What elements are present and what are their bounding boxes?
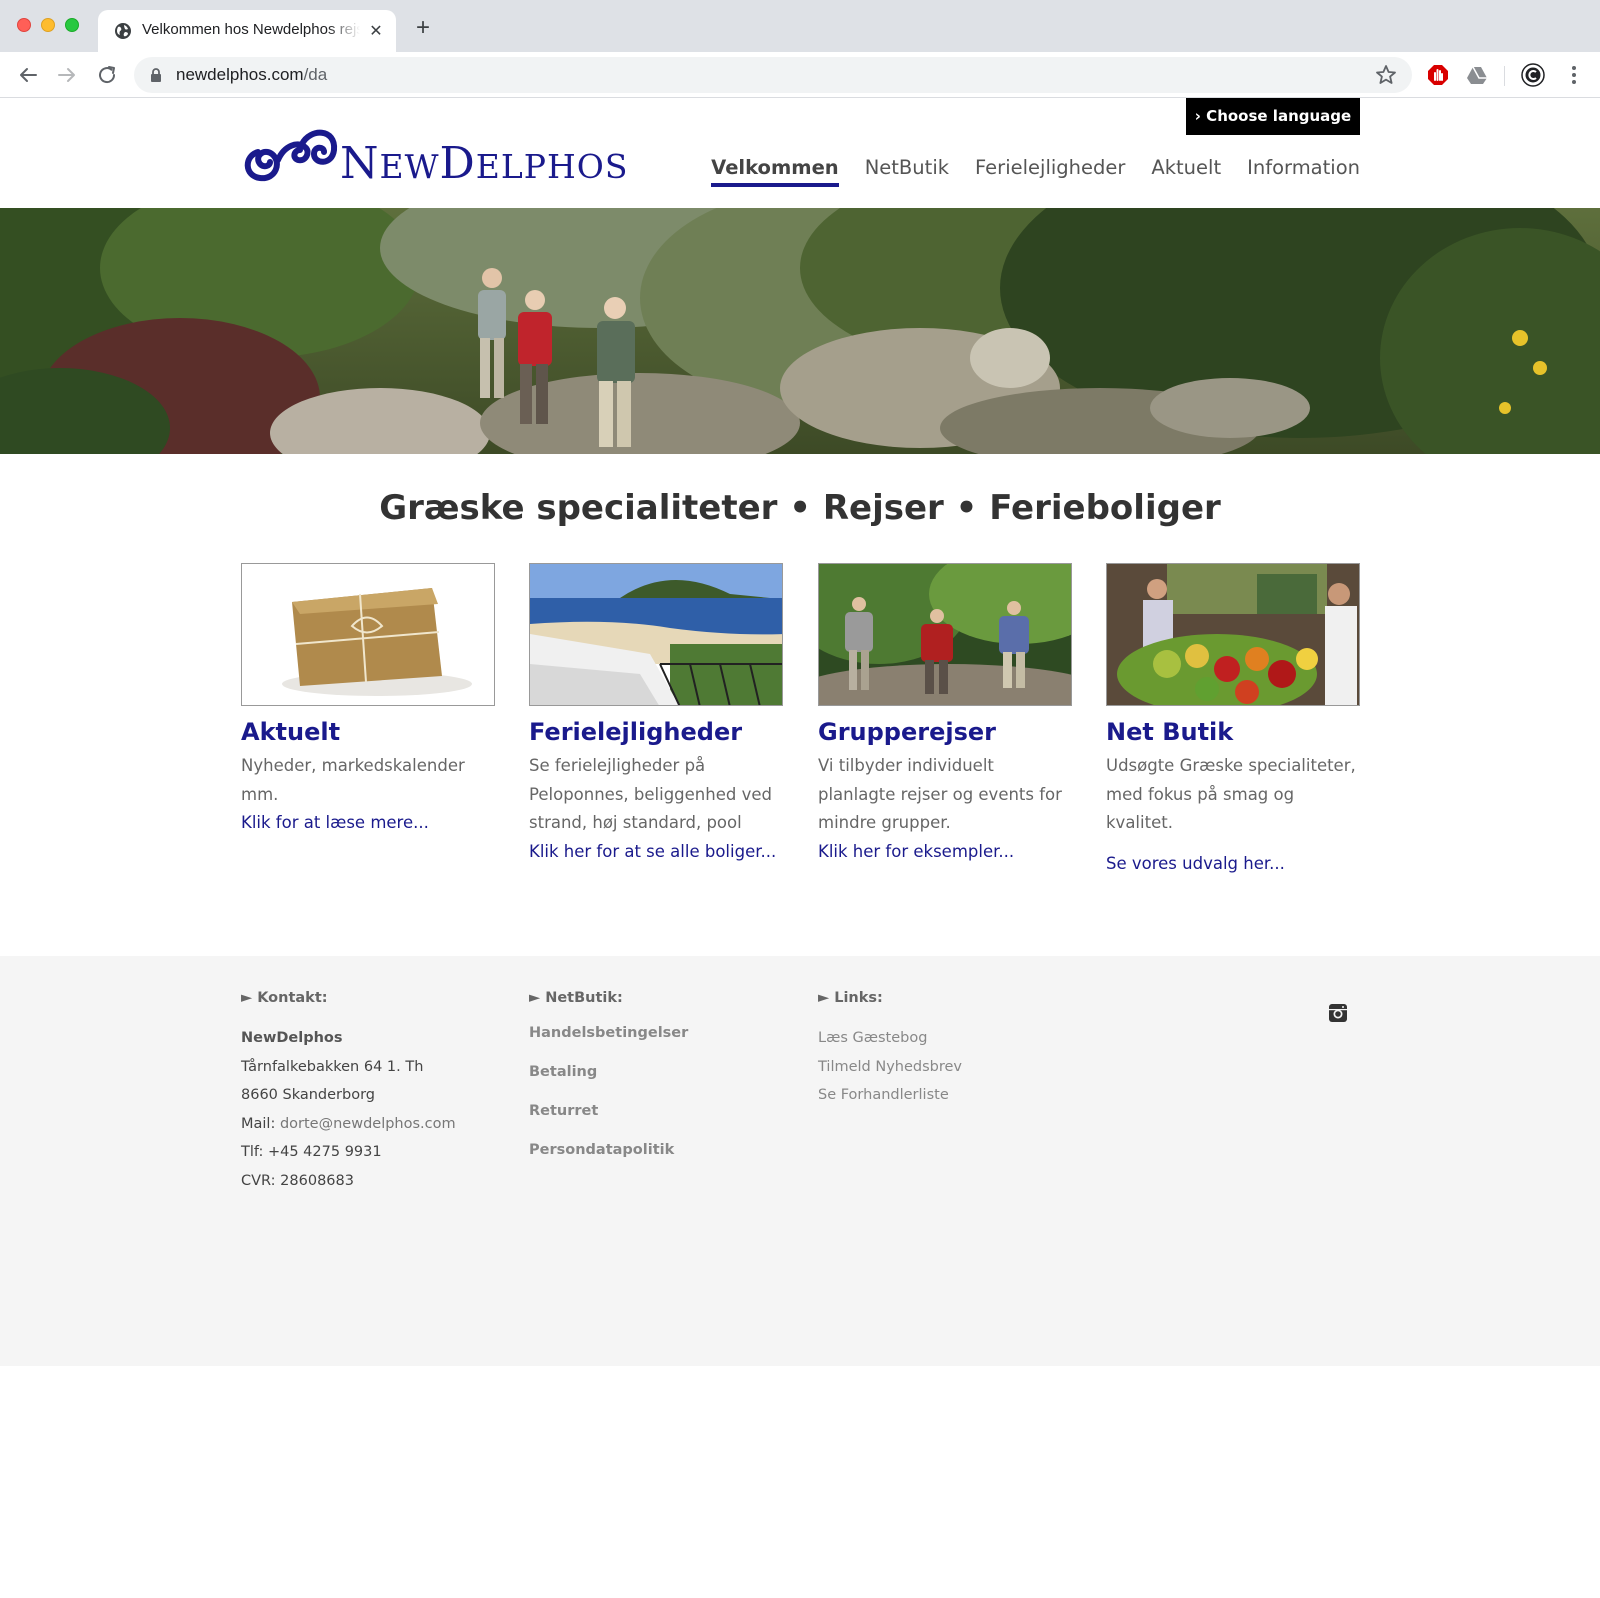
newdelphos-logo[interactable]: NEWDELPHOS <box>240 116 627 189</box>
nav-item-information[interactable]: Information <box>1247 156 1360 187</box>
card-title[interactable]: Net Butik <box>1106 718 1360 746</box>
tab-close-icon[interactable]: ✕ <box>366 21 386 41</box>
instagram-icon[interactable] <box>1328 1003 1348 1023</box>
hero-image-hikers <box>0 208 1600 454</box>
tab-title: Velkommen hos Newdelphos rejser <box>142 21 360 38</box>
card-link[interactable]: Klik for at læse mere... <box>241 809 495 837</box>
footer-link-handelsbetingelser[interactable]: Handelsbetingelser <box>529 1014 688 1053</box>
main-navigation: Velkommen NetButik Ferielejligheder Aktu… <box>711 156 1360 187</box>
page-headline: Græske specialiteter • Rejser • Feriebol… <box>379 488 1221 528</box>
card-image-market[interactable] <box>1106 563 1360 706</box>
logo-letter-n: N <box>340 138 380 189</box>
new-tab-button[interactable]: + <box>411 16 435 41</box>
card-text: Nyheder, markedskalender mm. <box>241 756 465 804</box>
forward-arrow-icon[interactable] <box>55 63 79 87</box>
back-arrow-icon[interactable] <box>16 63 40 87</box>
card-image-soap[interactable] <box>241 563 495 706</box>
nav-item-velkommen[interactable]: Velkommen <box>711 156 839 187</box>
footer-link-betaling[interactable]: Betaling <box>529 1053 688 1092</box>
contact-city: 8660 Skanderborg <box>241 1087 376 1104</box>
globe-icon <box>115 23 131 39</box>
contact-mail-label: Mail: <box>241 1115 280 1132</box>
footer-contact: ► Kontakt: NewDelphos Tårnfalkebakken 64… <box>241 990 456 1196</box>
url-host: newdelphos.com <box>176 65 304 84</box>
address-bar[interactable]: newdelphos.com/da <box>134 57 1412 93</box>
card-image-hikers[interactable] <box>818 563 1072 706</box>
card-grupperejser: Grupperejser Vi tilbyder individuelt pla… <box>818 563 1072 866</box>
contact-street: Tårnfalkebakken 64 1. Th <box>241 1058 424 1075</box>
card-ferielejligheder: Ferielejligheder Se ferielejligheder på … <box>529 563 783 866</box>
kebab-menu-icon[interactable] <box>1562 63 1586 87</box>
logo-swirl-icon <box>244 129 338 182</box>
nav-item-ferielejligheder[interactable]: Ferielejligheder <box>975 156 1125 187</box>
url-text: newdelphos.com/da <box>176 65 327 85</box>
contact-cvr: CVR: 28608683 <box>241 1172 354 1189</box>
url-path: /da <box>303 65 328 84</box>
site-footer: ► Kontakt: NewDelphos Tårnfalkebakken 64… <box>0 956 1600 1366</box>
lock-icon <box>151 68 161 82</box>
browser-tab-strip: Velkommen hos Newdelphos rejser ✕ + <box>0 0 1600 52</box>
adblock-extension-icon[interactable] <box>1426 63 1450 87</box>
zoom-window-button[interactable] <box>65 18 79 32</box>
footer-link-persondatapolitik[interactable]: Persondatapolitik <box>529 1131 688 1170</box>
card-net-butik: Net Butik Udsøgte Græske specialiteter, … <box>1106 563 1360 878</box>
footer-links: ► Links: Læs Gæstebog Tilmeld Nyhedsbrev… <box>818 990 962 1110</box>
logo-letters-elphos: ELPHOS <box>475 147 629 186</box>
browser-tab-active[interactable]: Velkommen hos Newdelphos rejser ✕ <box>98 10 396 52</box>
choose-language-button[interactable]: › Choose language <box>1186 98 1360 135</box>
logo-letter-d: D <box>439 138 476 189</box>
site-header: NEWDELPHOS › Choose language Velkommen N… <box>0 98 1600 208</box>
contact-phone: Tlf: +45 4275 9931 <box>241 1144 382 1161</box>
card-link[interactable]: Klik her for eksempler... <box>818 838 1072 866</box>
minimize-window-button[interactable] <box>41 18 55 32</box>
footer-link-nyhedsbrev[interactable]: Tilmeld Nyhedsbrev <box>818 1053 962 1082</box>
card-aktuelt: Aktuelt Nyheder, markedskalender mm. Kli… <box>241 563 495 837</box>
footer-link-returret[interactable]: Returret <box>529 1092 688 1131</box>
logo-wordmark: NEWDELPHOS <box>340 138 628 189</box>
card-text: Udsøgte Græske specialiteter, med fokus … <box>1106 756 1356 833</box>
contact-mail-link[interactable]: dorte@newdelphos.com <box>280 1116 456 1132</box>
footer-link-forhandlerliste[interactable]: Se Forhandlerliste <box>818 1081 962 1110</box>
toolbar-separator <box>1504 66 1505 86</box>
drive-extension-icon[interactable] <box>1465 63 1489 87</box>
footer-link-gaestebog[interactable]: Læs Gæstebog <box>818 1024 962 1053</box>
bookmark-star-icon[interactable] <box>1374 63 1398 87</box>
footer-heading: ► NetButik: <box>529 990 623 1006</box>
nav-item-netbutik[interactable]: NetButik <box>865 156 949 187</box>
card-image-coast[interactable] <box>529 563 783 706</box>
profile-avatar-icon[interactable] <box>1521 63 1545 87</box>
contact-mail: Mail: dorte@newdelphos.com <box>241 1110 456 1139</box>
reload-icon[interactable] <box>95 63 119 87</box>
card-link[interactable]: Klik her for at se alle boliger... <box>529 838 783 866</box>
logo-letters-ew: EW <box>379 147 440 186</box>
footer-netbutik: ► NetButik: Handelsbetingelser Betaling … <box>529 990 688 1170</box>
contact-company-name: NewDelphos <box>241 1030 343 1046</box>
card-text: Se ferielejligheder på Peloponnes, belig… <box>529 756 772 833</box>
footer-heading: ► Kontakt: <box>241 990 328 1006</box>
card-title[interactable]: Grupperejser <box>818 718 1072 746</box>
card-title[interactable]: Aktuelt <box>241 718 495 746</box>
close-window-button[interactable] <box>17 18 31 32</box>
card-link[interactable]: Se vores udvalg her... <box>1106 850 1360 878</box>
card-text: Vi tilbyder individuelt planlagte rejser… <box>818 756 1062 833</box>
nav-item-aktuelt[interactable]: Aktuelt <box>1151 156 1221 187</box>
footer-heading: ► Links: <box>818 990 883 1006</box>
card-title[interactable]: Ferielejligheder <box>529 718 783 746</box>
browser-toolbar: newdelphos.com/da <box>0 52 1600 98</box>
